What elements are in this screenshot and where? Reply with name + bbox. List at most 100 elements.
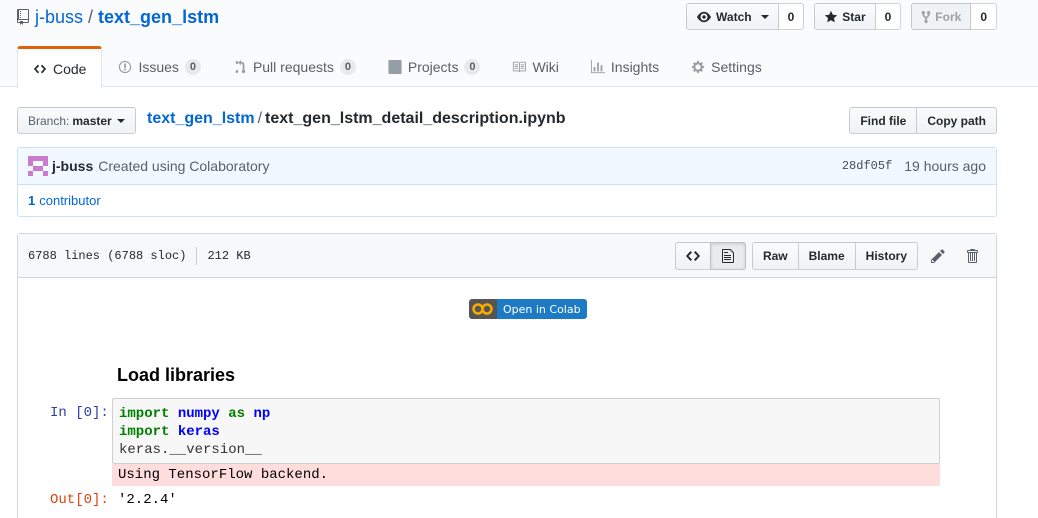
colab-badge-label: Open in Colab [497, 299, 587, 319]
file-nav-buttons: Find file Copy path [849, 107, 997, 134]
commit-message[interactable]: Created using Colaboratory [98, 158, 269, 174]
eye-icon [697, 11, 712, 22]
file-info: 6788 lines (6788 sloc) 212 KB [28, 246, 251, 265]
tab-label: Projects [407, 59, 459, 75]
star-count[interactable]: 0 [875, 3, 902, 30]
tab-label: Wiki [532, 59, 559, 75]
pull-requests-count: 0 [339, 58, 356, 76]
watch-button[interactable]: Watch [686, 3, 779, 30]
breadcrumb-root-link[interactable]: text_gen_lstm [147, 110, 255, 127]
gear-icon [692, 60, 705, 74]
commit-tease: j-buss Created using Colaboratory 28df05… [18, 148, 996, 185]
colab-logo-icon [469, 299, 497, 319]
tab-label: Issues [138, 59, 179, 75]
watch-label: Watch [716, 9, 752, 24]
file-header: 6788 lines (6788 sloc) 212 KB Raw Blame … [18, 234, 996, 278]
open-in-colab-badge[interactable]: Open in Colab [469, 299, 587, 319]
breadcrumb-filename: text_gen_lstm_detail_description.ipynb [265, 110, 566, 127]
fork-icon [921, 10, 931, 23]
watch-count[interactable]: 0 [778, 3, 805, 30]
file-buttons-group: Raw Blame History [751, 241, 918, 270]
view-toggle-group [674, 241, 746, 270]
pull-request-icon [235, 60, 246, 74]
tab-label: Pull requests [252, 59, 334, 75]
contributors-label: contributor [39, 193, 101, 208]
tab-projects[interactable]: Projects 0 [372, 46, 497, 87]
star-icon [825, 10, 838, 22]
notebook-heading: Load libraries [117, 365, 236, 385]
edit-button[interactable] [924, 242, 952, 270]
code-icon [33, 64, 47, 73]
tab-settings[interactable]: Settings [675, 46, 778, 87]
file-icon [721, 248, 734, 263]
code-keyword: import [119, 406, 170, 422]
tab-insights[interactable]: Insights [575, 46, 675, 87]
chevron-down-icon [116, 118, 125, 123]
repo-name-link[interactable]: text_gen_lstm [98, 7, 219, 28]
trashcan-icon [967, 248, 978, 263]
star-button[interactable]: Star [814, 3, 876, 30]
repo-title: j-buss / text_gen_lstm [17, 5, 219, 29]
code-keyword: as [228, 406, 246, 422]
avatar[interactable] [28, 156, 48, 176]
project-icon [388, 60, 402, 74]
tab-label: Code [53, 60, 87, 77]
repo-owner-link[interactable]: j-buss [35, 7, 83, 28]
input-prompt: In [0]: [50, 405, 109, 421]
breadcrumb: text_gen_lstm / text_gen_lstm_detail_descr… [147, 110, 566, 128]
graph-icon [590, 60, 605, 74]
issue-icon [119, 60, 132, 74]
code-line: keras.__version__ [119, 442, 262, 458]
issues-count: 0 [184, 58, 201, 76]
repo-header: j-buss / text_gen_lstm Watch 0 Star 0 Fo… [0, 0, 1038, 88]
contributors-count: 1 [28, 193, 36, 208]
tab-label: Settings [711, 59, 762, 75]
rendered-view-button[interactable] [709, 241, 746, 270]
commit-meta: 28df05f 19 hours ago [842, 158, 986, 174]
fork-count[interactable]: 0 [971, 3, 997, 30]
tab-wiki[interactable]: Wiki [496, 46, 574, 87]
repo-actions: Watch 0 Star 0 Fork 0 [686, 3, 997, 30]
repo-icon [17, 9, 29, 25]
file-info-divider [196, 246, 198, 265]
branch-prefix: Branch: [28, 113, 70, 128]
watch-group: Watch 0 [686, 3, 805, 30]
branch-name: master [72, 113, 112, 128]
file-actions: Raw Blame History [674, 241, 986, 270]
tab-issues[interactable]: Issues 0 [102, 46, 216, 87]
file-size: 212 KB [207, 248, 251, 263]
repo-nav-tabs: Code Issues 0 Pull requests 0 Projects 0… [17, 46, 778, 88]
history-button[interactable]: History [854, 241, 918, 270]
raw-button[interactable]: Raw [751, 241, 799, 270]
commit-author-link[interactable]: j-buss [52, 158, 93, 174]
book-icon [513, 61, 527, 73]
output-value: '2.2.4' [118, 492, 177, 508]
breadcrumb-separator: / [257, 110, 263, 127]
source-view-button[interactable] [674, 241, 711, 270]
file-line-count: 6788 lines (6788 sloc) [28, 248, 187, 263]
delete-button[interactable] [958, 242, 986, 270]
find-file-button[interactable]: Find file [849, 107, 918, 134]
star-label: Star [842, 9, 866, 24]
file-navigation: Branch: master text_gen_lstm / text_gen_ls… [17, 107, 997, 134]
fork-button[interactable]: Fork [911, 3, 972, 30]
star-group: Star 0 [814, 3, 902, 30]
blame-button[interactable]: Blame [797, 241, 856, 270]
tab-code[interactable]: Code [17, 46, 103, 88]
commit-box: j-buss Created using Colaboratory 28df05… [17, 147, 997, 217]
code-module: numpy [177, 406, 220, 422]
branch-select-button[interactable]: Branch: master [17, 107, 136, 134]
repo-title-separator: / [88, 6, 94, 27]
pencil-icon [931, 248, 945, 263]
projects-count: 0 [464, 58, 481, 76]
contributors-link[interactable]: 1 contributor [18, 185, 996, 216]
tab-pull-requests[interactable]: Pull requests 0 [217, 46, 372, 87]
commit-time: 19 hours ago [904, 158, 986, 174]
fork-label: Fork [935, 9, 962, 24]
commit-sha-link[interactable]: 28df05f [842, 159, 892, 173]
code-keyword: import [119, 424, 170, 440]
code-module: keras [177, 424, 220, 440]
stderr-output: Using TensorFlow backend. [112, 464, 940, 486]
copy-path-button[interactable]: Copy path [917, 107, 997, 134]
code-line: import numpy as np [119, 405, 933, 423]
